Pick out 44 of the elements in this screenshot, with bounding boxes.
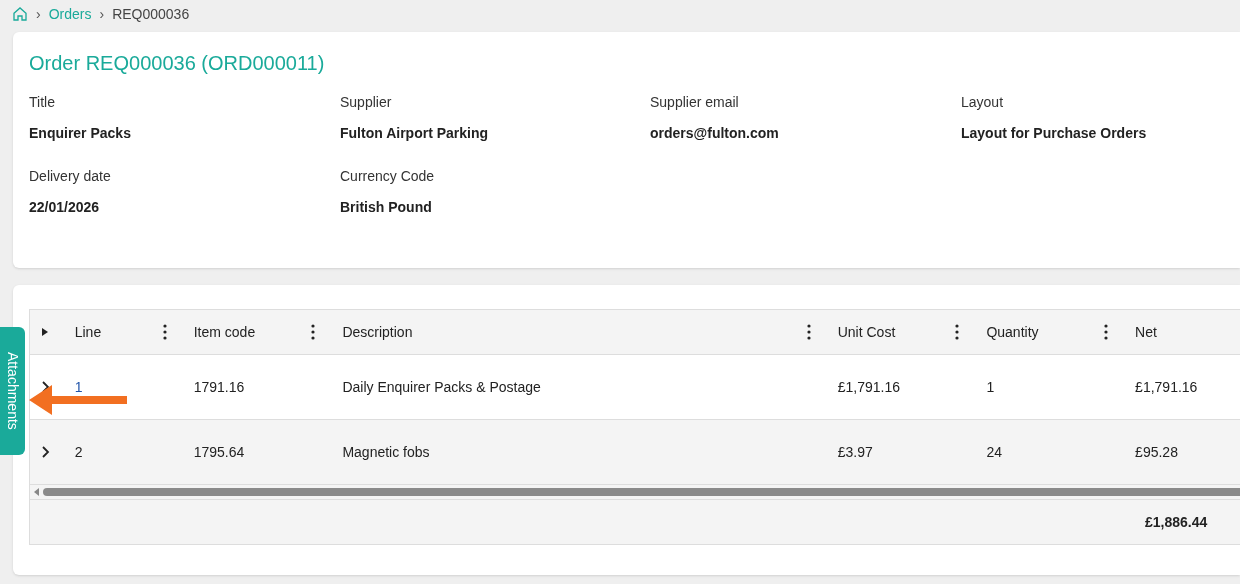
table-cell: £1,791.16	[837, 378, 900, 395]
field-value: 22/01/2026	[29, 198, 101, 217]
breadcrumb-separator: ›	[99, 4, 105, 24]
field-value: British Pound	[340, 198, 433, 217]
field-value: Layout for Purchase Orders	[961, 124, 1148, 143]
line-link[interactable]: 1	[74, 378, 83, 395]
table-cell: 24	[986, 443, 1002, 460]
field-value: orders@fulton.com	[650, 124, 780, 143]
more-options-icon[interactable]	[1104, 324, 1109, 340]
breadcrumb-separator: ›	[36, 4, 41, 24]
field-value: Fulton Airport Parking	[340, 124, 490, 143]
field-label: Title	[29, 93, 56, 112]
table-cell: Magnetic fobs	[342, 443, 430, 460]
scroll-left-icon[interactable]	[34, 488, 40, 496]
field-label: Delivery date	[29, 167, 112, 186]
table-cell: £1,791.16	[1135, 378, 1198, 395]
field-label: Layout	[961, 93, 1005, 112]
expand-all-icon[interactable]	[40, 327, 49, 337]
table-cell: 2	[74, 443, 83, 460]
column-header[interactable]: Net	[1135, 321, 1157, 343]
column-header[interactable]: Description	[342, 321, 413, 343]
column-header[interactable]: Unit Cost	[837, 321, 896, 343]
order-title: Order REQ000036 (ORD000011)	[29, 51, 326, 76]
field-label: Currency Code	[340, 167, 436, 186]
table-cell: 1791.16	[193, 378, 245, 395]
table-cell: Daily Enquirer Packs & Postage	[342, 378, 541, 395]
table-cell: £3.97	[837, 443, 873, 460]
total-net: £1,886.44	[1145, 512, 1208, 532]
chevron-icon[interactable]	[39, 446, 50, 458]
field-value: Enquirer Packs	[29, 124, 132, 143]
table-cell: 1	[986, 378, 995, 395]
field-label: Supplier	[340, 93, 393, 112]
column-header[interactable]: Line	[74, 321, 102, 343]
column-header[interactable]: Item code	[193, 321, 256, 343]
breadcrumb-current: REQ000036	[112, 4, 190, 24]
more-options-icon[interactable]	[162, 324, 167, 340]
field-label: Supplier email	[650, 93, 740, 112]
more-options-icon[interactable]	[955, 324, 960, 340]
more-options-icon[interactable]	[806, 324, 811, 340]
table-cell: £95.28	[1135, 443, 1178, 460]
scrollbar-thumb[interactable]	[43, 488, 1240, 496]
table-cell: 1795.64	[193, 443, 245, 460]
more-options-icon[interactable]	[311, 324, 316, 340]
column-header[interactable]: Quantity	[986, 321, 1039, 343]
